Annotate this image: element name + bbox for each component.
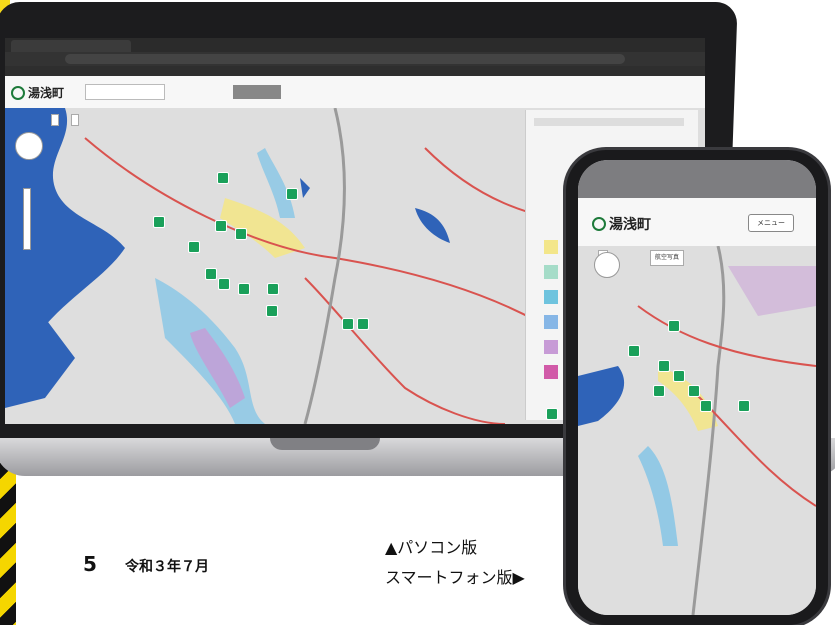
shelter-icon[interactable] <box>217 172 229 184</box>
legend-swatch <box>544 265 558 279</box>
nav-menu-2[interactable] <box>233 85 281 99</box>
nav-menu-1[interactable] <box>190 85 198 99</box>
site-logo-text: 湯浅町 <box>28 86 65 100</box>
laptop-notch <box>270 438 380 450</box>
legend-swatch <box>544 340 558 354</box>
shelter-icon[interactable] <box>266 305 278 317</box>
shelter-icon[interactable] <box>673 370 685 382</box>
shelter-icon[interactable] <box>688 385 700 397</box>
town-emblem-icon <box>11 85 25 100</box>
shelter-icon[interactable] <box>628 345 640 357</box>
shelter-icon[interactable] <box>215 220 227 232</box>
shelter-icon <box>546 408 558 420</box>
town-emblem-icon <box>592 217 606 231</box>
map-tab-aerial[interactable] <box>71 114 79 126</box>
shelter-icon[interactable] <box>267 283 279 295</box>
issue-date: 令和３年７月 <box>125 559 209 575</box>
search-input[interactable] <box>85 84 165 100</box>
phone-site-header: 湯浅町 メニュー <box>578 198 816 247</box>
legend-swatch <box>544 365 558 379</box>
shelter-icon[interactable] <box>286 188 298 200</box>
browser-toolbar <box>5 52 705 66</box>
shelter-icon[interactable] <box>238 283 250 295</box>
compass-icon[interactable] <box>594 252 620 278</box>
panel-title <box>534 118 684 126</box>
phone-status-bar <box>578 160 816 198</box>
zoom-control-icon[interactable] <box>23 188 31 250</box>
menu-button[interactable]: メニュー <box>748 214 794 232</box>
shelter-icon[interactable] <box>188 241 200 253</box>
browser-tab[interactable] <box>11 40 131 52</box>
phone-site-logo-text: 湯浅町 <box>609 217 651 233</box>
browser-tab-strip <box>5 38 705 52</box>
shelter-icon[interactable] <box>205 268 217 280</box>
caption-smartphone-version: スマートフォン版▶ <box>385 568 525 587</box>
shelter-icon[interactable] <box>153 216 165 228</box>
shelter-icon[interactable] <box>342 318 354 330</box>
legend-swatch <box>544 290 558 304</box>
compass-icon[interactable] <box>15 132 43 160</box>
map-tab-standard[interactable] <box>51 114 59 126</box>
shelter-icon[interactable] <box>658 360 670 372</box>
site-logo[interactable]: 湯浅町 <box>11 84 64 101</box>
site-header: 湯浅町 <box>5 76 705 109</box>
shelter-icon[interactable] <box>700 400 712 412</box>
address-bar[interactable] <box>65 54 625 64</box>
page-number: 5 <box>83 552 97 576</box>
shelter-icon[interactable] <box>357 318 369 330</box>
shelter-icon[interactable] <box>218 278 230 290</box>
caption-pc-version: ▲パソコン版 <box>385 538 478 557</box>
bookmarks-bar <box>5 66 705 76</box>
phone-site-logo[interactable]: 湯浅町 <box>592 214 651 234</box>
shelter-icon[interactable] <box>738 400 750 412</box>
shelter-icon[interactable] <box>668 320 680 332</box>
legend-swatch <box>544 315 558 329</box>
phone-map-tab-aerial[interactable]: 航空写真 <box>650 250 685 266</box>
legend-swatch <box>544 240 558 254</box>
phone-map-canvas <box>578 246 816 615</box>
shelter-icon[interactable] <box>653 385 665 397</box>
shelter-icon[interactable] <box>235 228 247 240</box>
smartphone-screen: 湯浅町 メニュー 航空写真 <box>578 160 816 615</box>
